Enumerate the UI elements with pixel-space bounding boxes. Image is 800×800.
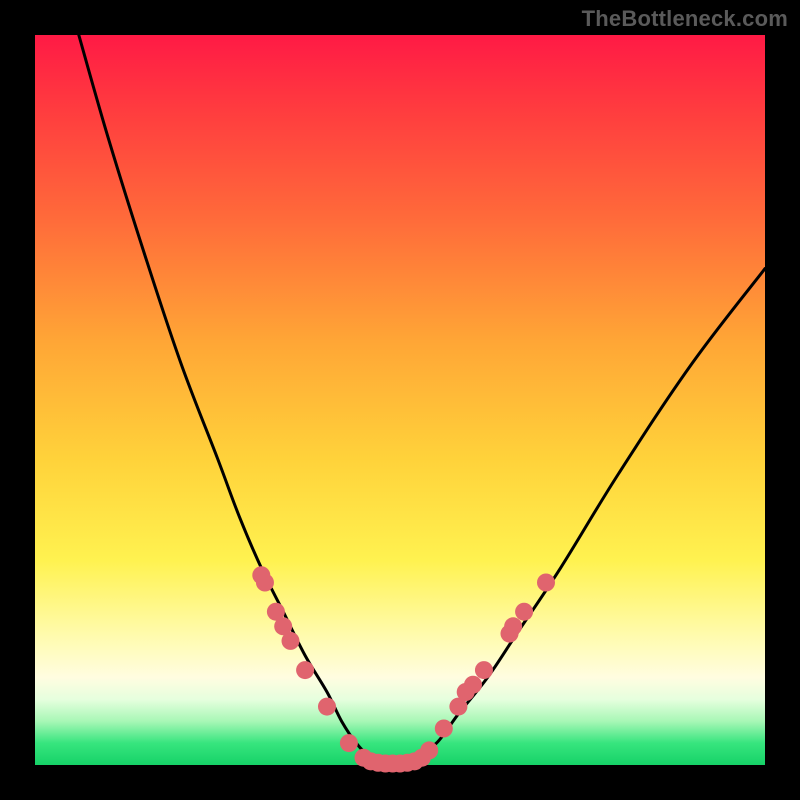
dots-group [252,566,555,772]
watermark-text: TheBottleneck.com [582,6,788,32]
data-point [282,632,300,650]
data-point [475,661,493,679]
data-point [435,720,453,738]
data-point [256,574,274,592]
data-point [296,661,314,679]
data-point [420,741,438,759]
data-point [318,698,336,716]
data-point [464,676,482,694]
data-point [515,603,533,621]
curve-group [79,35,765,766]
chart-frame: TheBottleneck.com [0,0,800,800]
data-point [504,617,522,635]
data-point [537,574,555,592]
bottleneck-curve [79,35,765,766]
curve-svg [35,35,765,765]
data-point [340,734,358,752]
plot-area [35,35,765,765]
